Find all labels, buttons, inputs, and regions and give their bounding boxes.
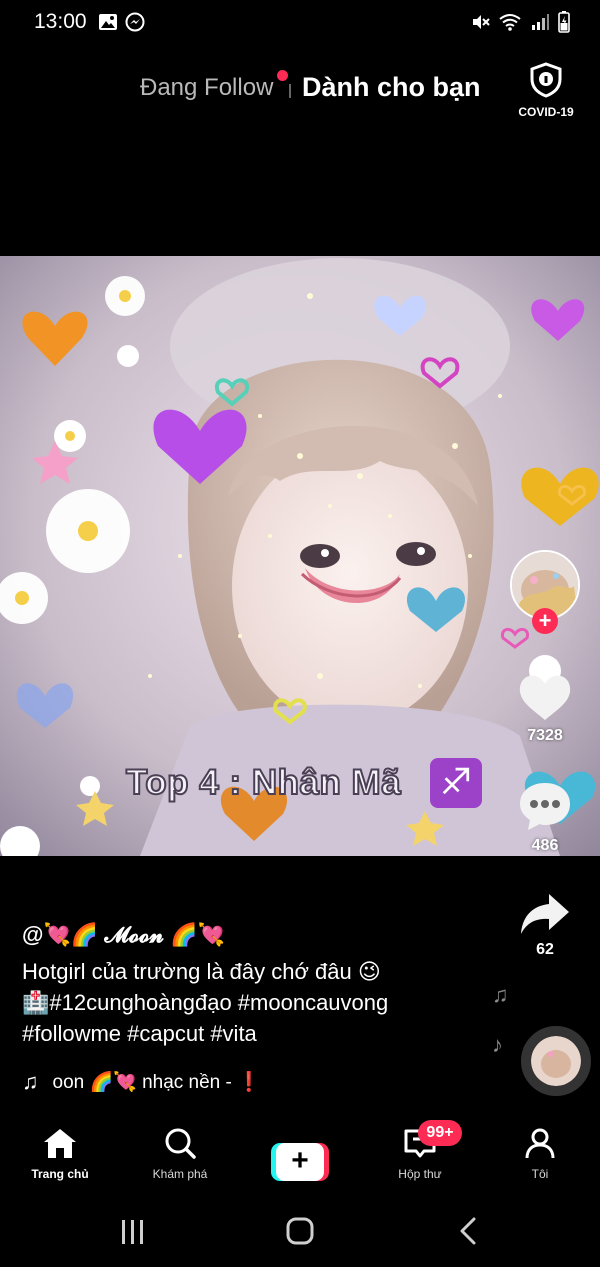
create-button[interactable]: + <box>271 1143 329 1181</box>
home-button-icon[interactable] <box>286 1217 314 1245</box>
status-bar: 13:00 <box>0 0 600 46</box>
heart-icon <box>519 675 571 720</box>
tab-divider <box>289 84 291 98</box>
nav-home-label: Trang chủ <box>31 1167 89 1181</box>
shield-icon <box>530 62 562 98</box>
nav-create[interactable]: + <box>240 1117 360 1195</box>
recent-apps-icon[interactable] <box>120 1219 146 1245</box>
share-icon <box>521 894 569 934</box>
back-icon[interactable] <box>458 1217 478 1245</box>
new-content-dot <box>277 70 288 81</box>
bottom-nav: Trang chủ Khám phá + Hộp thư Tôi <box>0 1117 600 1195</box>
plus-icon: + <box>276 1143 324 1181</box>
comment-count: 486 <box>531 837 559 854</box>
wifi-icon <box>499 14 521 31</box>
author-username[interactable]: @💘🌈 𝓜𝓸𝓸𝓷 🌈💘 <box>22 922 492 948</box>
like-count: 7328 <box>527 727 563 744</box>
mute-icon <box>473 15 490 29</box>
sagittarius-icon: ♐ <box>430 758 482 808</box>
video-overlay-text: Top 4 : Nhân Mã <box>125 762 402 803</box>
battery-icon <box>558 11 570 33</box>
music-ticker[interactable]: ♫ oon 🌈💘 nhạc nền - ❗ <box>22 1069 261 1095</box>
search-icon <box>165 1128 196 1159</box>
post-info: @💘🌈 𝓜𝓸𝓸𝓷 🌈💘 Hotgirl của trường là đây ch… <box>22 922 492 1049</box>
signal-icon <box>532 14 549 30</box>
tab-for-you[interactable]: Dành cho bạn <box>302 72 481 103</box>
gallery-icon <box>99 14 117 30</box>
nav-profile[interactable]: Tôi <box>480 1117 600 1195</box>
follow-button[interactable]: + <box>532 608 558 634</box>
description-line: Hotgirl của trường là đây chớ đâu 😉 <box>22 959 381 984</box>
share-count: 62 <box>536 941 554 958</box>
system-nav-bar <box>0 1195 600 1267</box>
floating-note-icon: ♪ <box>492 1032 503 1057</box>
share-button[interactable]: 62 <box>490 892 600 959</box>
comment-button[interactable]: 486 <box>490 780 600 855</box>
status-time: 13:00 <box>34 10 87 33</box>
music-disc-cover <box>531 1036 581 1086</box>
like-button[interactable]: 7328 <box>490 672 600 745</box>
nav-discover-label: Khám phá <box>152 1167 208 1181</box>
messenger-icon <box>125 12 145 32</box>
post-description[interactable]: Hotgirl của trường là đây chớ đâu 😉 🏥#12… <box>22 956 492 1049</box>
music-note-icon: ♫ <box>22 1069 39 1094</box>
tab-following[interactable]: Đang Follow <box>140 74 273 102</box>
nav-inbox-label: Hộp thư <box>398 1167 442 1181</box>
description-hashtags: #followme #capcut #vita <box>22 1021 257 1046</box>
floating-note-icon: ♫ <box>492 982 509 1007</box>
music-title: oon 🌈💘 nhạc nền - ❗ <box>52 1072 261 1093</box>
video-player[interactable]: Top 4 : Nhân Mã ♐ <box>0 256 600 856</box>
profile-icon <box>525 1128 555 1159</box>
nav-discover[interactable]: Khám phá <box>120 1117 240 1195</box>
home-icon <box>44 1129 76 1158</box>
nav-home[interactable]: Trang chủ <box>0 1117 120 1195</box>
feed-tabs: Đang Follow Dành cho bạn <box>0 70 600 110</box>
nav-profile-label: Tôi <box>531 1167 549 1181</box>
music-disc[interactable] <box>521 1026 591 1096</box>
covid-label: COVID-19 <box>518 105 574 119</box>
description-hashtags: 🏥#12cunghoàngđạo #mooncauvong <box>22 990 389 1015</box>
covid-button[interactable]: COVID-19 <box>514 62 578 119</box>
inbox-badge: 99+ <box>418 1120 462 1146</box>
comment-icon <box>520 783 570 830</box>
